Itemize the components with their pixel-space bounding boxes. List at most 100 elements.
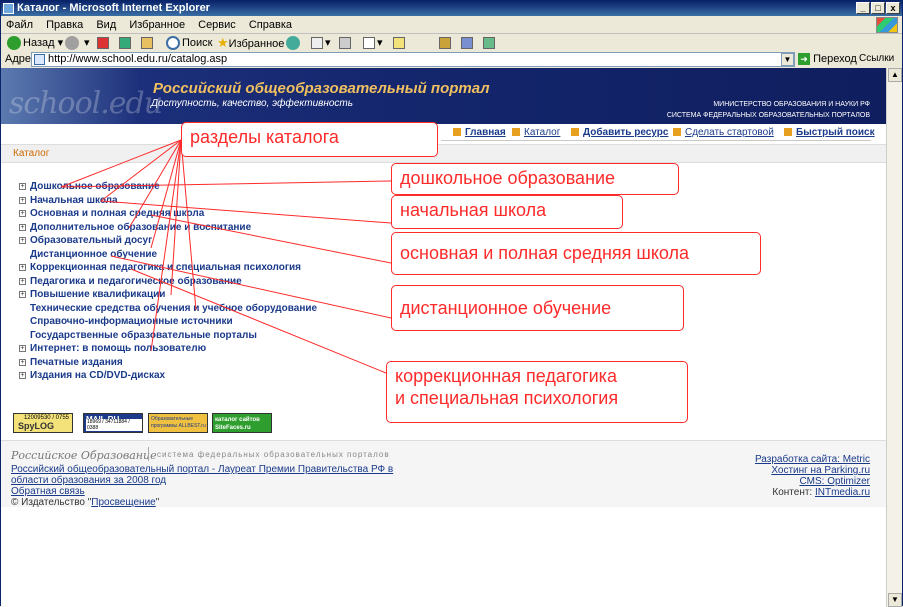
annotation-sections: разделы каталога — [181, 122, 438, 157]
expand-plus-icon[interactable]: + — [19, 345, 26, 352]
close-button[interactable]: x — [886, 2, 900, 14]
back-button[interactable]: Назад ▾ — [7, 35, 63, 51]
history-icon — [286, 36, 300, 51]
forward-button[interactable]: ▾ — [65, 35, 90, 51]
hosting-link[interactable]: Хостинг на Parking.ru — [771, 465, 870, 476]
catalog-item-label: Основная и полная средняя школа — [30, 208, 205, 219]
nav-home[interactable]: Главная — [453, 127, 506, 138]
people-button[interactable] — [483, 35, 497, 51]
feedback-link[interactable]: Обратная связь — [11, 486, 85, 497]
menu-file[interactable]: Файл — [1, 16, 38, 34]
mail-button[interactable]: ▾ — [311, 35, 331, 51]
refresh-button[interactable] — [119, 35, 133, 51]
allbest-badge[interactable]: Образовательные программы ALLBEST.ru — [148, 413, 208, 433]
content-link[interactable]: INTmedia.ru — [815, 487, 870, 498]
expand-plus-icon[interactable]: + — [19, 210, 26, 217]
annotation-correction: коррекционная педагогика и специальная пс… — [386, 361, 688, 423]
catalog-item-label: Интернет: в помощь пользователю — [30, 343, 207, 354]
menu-view[interactable]: Вид — [91, 16, 121, 34]
annotation-preschool-text: дошкольное образование — [400, 168, 616, 188]
ie-icon — [3, 3, 14, 14]
menu-tools[interactable]: Сервис — [193, 16, 241, 34]
publisher-link[interactable]: Просвещение — [91, 497, 155, 508]
expand-plus-icon[interactable]: + — [19, 291, 26, 298]
research-button[interactable] — [461, 35, 475, 51]
stop-button[interactable] — [97, 35, 111, 51]
expand-plus-icon[interactable]: + — [19, 183, 26, 190]
menu-help[interactable]: Справка — [244, 16, 297, 34]
page-viewport: school.edu Российский общеобразовательны… — [1, 68, 886, 607]
copyright-prefix: © Издательство " — [11, 497, 92, 508]
annotation-secondary-text: основная и полная средняя школа — [400, 243, 690, 263]
breadcrumb-bar: Каталог — [1, 144, 886, 163]
catalog-item-label: Справочно-информационные источники — [30, 316, 233, 327]
vertical-scrollbar[interactable]: ▲ ▼ — [886, 68, 902, 607]
menu-edit[interactable]: Правка — [41, 16, 88, 34]
catalog-item-label: Повышение квалификации — [30, 289, 166, 300]
annotation-secondary: основная и полная средняя школа — [391, 232, 761, 275]
ministry-label: МИНИСТЕРСТВО ОБРАЗОВАНИЯ И НАУКИ РФ — [713, 101, 870, 108]
expand-plus-icon[interactable]: + — [19, 372, 26, 379]
annotation-primary: начальная школа — [391, 195, 623, 229]
nav-make-start[interactable]: Сделать стартовой — [673, 127, 774, 138]
catalog-nav-icon — [512, 128, 520, 137]
nav-catalog[interactable]: Каталог — [512, 127, 560, 138]
back-arrow-icon — [7, 36, 21, 51]
toolbar: Назад ▾ ▾ Поиск ★Избранное ▾ ▾ — [1, 35, 902, 51]
mail-icon — [311, 37, 323, 50]
page-icon — [34, 54, 45, 65]
history-button[interactable] — [286, 35, 302, 51]
catalog-item-label: Начальная школа — [30, 195, 118, 206]
search-nav-icon — [784, 128, 792, 137]
catalog-item-label: Дистанционное обучение — [30, 249, 158, 260]
discuss-button[interactable] — [393, 35, 407, 51]
spylog-counter[interactable]: 12009530 / 0755 SpyLOG — [13, 413, 73, 433]
nav-add-resource[interactable]: Добавить ресурс — [571, 127, 668, 138]
go-button[interactable]: ➜ Переход — [798, 53, 857, 66]
address-input[interactable]: http://www.school.edu.ru/catalog.asp — [31, 52, 795, 67]
print-icon — [339, 37, 351, 50]
messenger-button[interactable] — [439, 35, 453, 51]
menu-bar: Файл Правка Вид Избранное Сервис Справка — [1, 16, 902, 34]
home-button[interactable] — [141, 35, 155, 51]
refresh-icon — [119, 37, 131, 50]
catalog-item-label: Коррекционная педагогика и специальная п… — [30, 262, 302, 273]
address-url: http://www.school.edu.ru/catalog.asp — [48, 53, 228, 65]
window-title: Каталог - Microsoft Internet Explorer — [17, 2, 210, 14]
expand-plus-icon[interactable]: + — [19, 237, 26, 244]
mailru-counter[interactable]: MAIL.RU 18969 / 34711884 / 0388 — [83, 413, 143, 433]
allbest-label: Образовательные программы ALLBEST.ru — [151, 416, 206, 429]
maximize-button[interactable]: □ — [871, 2, 885, 14]
add-nav-icon — [571, 128, 579, 137]
cms-link[interactable]: CMS: Optimizer — [799, 476, 870, 487]
favorites-button[interactable]: ★Избранное — [217, 35, 284, 51]
scroll-up-button[interactable]: ▲ — [888, 68, 902, 82]
expand-plus-icon[interactable]: + — [19, 197, 26, 204]
nav-home-label: Главная — [465, 127, 506, 138]
annotation-distance-text: дистанционное обучение — [400, 298, 612, 318]
edit-button[interactable]: ▾ — [363, 35, 383, 51]
expand-plus-icon[interactable]: + — [19, 264, 26, 271]
content-prefix: Контент: — [772, 487, 815, 498]
expand-plus-icon[interactable]: + — [19, 224, 26, 231]
laureate-link[interactable]: Российский общеобразовательный портал - … — [11, 464, 401, 486]
portal-title: Российский общеобразовательный портал — [153, 80, 490, 97]
portal-system-label: СИСТЕМА ФЕДЕРАЛЬНЫХ ОБРАЗОВАТЕЛЬНЫХ ПОРТ… — [666, 112, 870, 119]
search-button[interactable]: Поиск — [166, 35, 212, 51]
go-label: Переход — [813, 53, 857, 65]
go-arrow-icon: ➜ — [798, 53, 810, 66]
address-dropdown[interactable]: ▼ — [781, 53, 794, 66]
minimize-button[interactable]: _ — [856, 2, 870, 14]
expand-plus-icon[interactable]: + — [19, 278, 26, 285]
links-button[interactable]: Ссылки — [859, 53, 894, 64]
nav-quick-search[interactable]: Быстрый поиск — [784, 127, 875, 138]
expand-plus-icon[interactable]: + — [19, 359, 26, 366]
developer-link[interactable]: Разработка сайта: Metric — [755, 454, 870, 465]
print-button[interactable] — [339, 35, 353, 51]
sitefaces-badge[interactable]: каталог сайтов SiteFaces.ru — [212, 413, 272, 433]
copyright-suffix: " — [155, 497, 160, 508]
menu-favorites[interactable]: Избранное — [124, 16, 190, 34]
word-icon — [363, 37, 375, 50]
footer-logo-separator — [148, 447, 149, 461]
scroll-down-button[interactable]: ▼ — [888, 593, 902, 607]
